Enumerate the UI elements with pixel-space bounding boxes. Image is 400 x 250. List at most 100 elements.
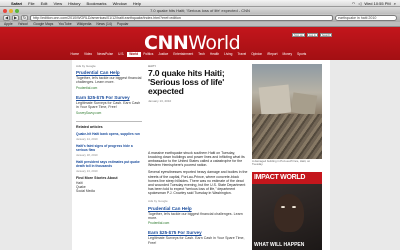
related-article-link[interactable]: Quake-hit Haiti bank opens, supplies run: [76, 132, 142, 136]
nav-entertainment[interactable]: Entertainment: [171, 52, 196, 57]
impact-heading: IMPACT WORLD: [252, 172, 322, 184]
volume-icon[interactable]: ◁: [358, 1, 361, 6]
nav-opinion[interactable]: Opinion: [249, 52, 265, 57]
wifi-icon[interactable]: ◠: [352, 1, 356, 6]
ad-text: Together, let's tackle our biggest finan…: [76, 76, 142, 85]
bookmark-item[interactable]: News (14): [96, 22, 111, 26]
page-right-gutter: [330, 60, 400, 250]
reload-button[interactable]: ↻: [21, 15, 28, 21]
cnn-logo[interactable]: CNNWorld: [144, 32, 241, 54]
bookmark-item[interactable]: Wikipedia: [77, 22, 92, 26]
ad-url-link[interactable]: Prudential.com: [148, 221, 248, 225]
inline-ad-block: Prudential Can Help Together, let's tack…: [148, 206, 248, 226]
nav-us[interactable]: U.S.: [116, 52, 127, 57]
ad-block: Earn $25-$75 For Survey Legitimate Surve…: [76, 95, 142, 115]
ad-text: Legitimate Surveys for Cash. Earn Cash i…: [76, 100, 141, 110]
article-photo[interactable]: [252, 64, 322, 159]
impact-child-figure: [274, 194, 304, 232]
left-column: Ads by Google Prudential Can Help Togeth…: [76, 64, 142, 193]
menu-window[interactable]: Window: [110, 1, 130, 6]
photo-caption: A damaged building in Port-au-Prince, Ha…: [252, 159, 311, 167]
menu-history[interactable]: History: [65, 1, 83, 6]
window-title-bar[interactable]: 7.0 quake hits Haiti; 'Serious loss of l…: [0, 7, 400, 14]
window-title: 7.0 quake hits Haiti; 'Serious loss of l…: [150, 8, 250, 13]
ad-title-link[interactable]: Earn $25-$75 For Survey: [148, 230, 248, 235]
photo-building: [258, 84, 292, 116]
nav-justice[interactable]: Justice: [156, 52, 171, 57]
impact-tagline: WHAT WILL HAPPEN: [254, 241, 305, 248]
inline-ad-block: Earn $25-$75 For Survey Legitimate Surve…: [148, 230, 248, 245]
nav-living[interactable]: Living: [222, 52, 235, 57]
nav-ireport[interactable]: iReport: [265, 52, 280, 57]
nav-sports[interactable]: Sports: [295, 52, 309, 57]
menu-edit[interactable]: Edit: [38, 1, 51, 6]
login-link[interactable]: Log in: [306, 33, 318, 37]
spotlight-icon[interactable]: ⌕: [394, 1, 396, 6]
search-field[interactable]: earthquake in haiti 2010: [335, 15, 397, 21]
ad-block: Prudential Can Help Together, let's tack…: [76, 70, 142, 90]
ad-title-link[interactable]: Prudential Can Help: [76, 70, 142, 75]
bookmark-item[interactable]: YouTube: [58, 22, 71, 26]
photo-rubble: [252, 114, 322, 159]
nav-health[interactable]: Health: [207, 52, 221, 57]
ad-text: Legitimate Surveys for Cash. Earn Cash i…: [148, 236, 245, 245]
ad-title-link[interactable]: Prudential Can Help: [148, 206, 248, 211]
nav-home[interactable]: Home: [68, 52, 82, 57]
ad-text: Together, let's tackle our biggest finan…: [148, 211, 243, 221]
site-header: CNNWorld Sign up Log in Search Home Vide…: [0, 27, 400, 60]
related-article-link[interactable]: Haiti's faint signs of progress hide a s…: [76, 144, 142, 152]
back-button[interactable]: ◀: [3, 15, 10, 21]
web-page: CNNWorld Sign up Log in Search Home Vide…: [0, 27, 400, 250]
related-article-date: January 13, 2010: [76, 168, 98, 173]
article-headline: 7.0 quake hits Haiti; 'Serious loss of l…: [148, 68, 225, 97]
address-bar[interactable]: http://edition.cnn.com/2010/WORLD/americ…: [30, 15, 333, 21]
related-article-link[interactable]: Haiti president says estimates put quake…: [76, 160, 142, 168]
forward-button[interactable]: ▶: [12, 15, 19, 21]
nav-newspulse[interactable]: NewsPulse: [95, 52, 116, 57]
bookmark-item[interactable]: Yahoo!: [18, 22, 29, 26]
related-heading: Related articles: [76, 124, 103, 129]
signup-link[interactable]: Sign up: [292, 33, 305, 37]
impact-eye: [292, 206, 296, 208]
related-article-date: January 14, 2010: [76, 136, 98, 141]
site-nav: Home Video NewsPulse U.S. World Politics…: [68, 52, 309, 57]
nav-world[interactable]: World: [126, 52, 141, 57]
ad-url-link[interactable]: SurveySavvy.com: [76, 111, 142, 115]
logo-sub: World: [188, 32, 241, 54]
ad-title-link[interactable]: Earn $25-$75 For Survey: [76, 95, 142, 100]
browser-toolbar: ◀ ▶ ↻ http://edition.cnn.com/2010/WORLD/…: [0, 14, 400, 22]
site-search-box[interactable]: Search: [319, 33, 333, 37]
menu-bookmarks[interactable]: Bookmarks: [84, 1, 110, 6]
topic-link[interactable]: Social Media: [76, 189, 142, 193]
related-article-date: January 18, 2010: [76, 152, 98, 157]
ad-url-link[interactable]: Prudential.com: [76, 86, 142, 90]
menu-view[interactable]: View: [50, 1, 65, 6]
nav-tech[interactable]: Tech: [196, 52, 208, 57]
menubar-clock[interactable]: Wed 10:55 PM: [364, 1, 390, 6]
impact-eye: [281, 206, 285, 208]
related-articles: Related articles Quake-hit Haiti bank op…: [76, 120, 142, 193]
nav-money[interactable]: Money: [280, 52, 295, 57]
bookmark-item[interactable]: Google Maps: [33, 22, 53, 26]
page-left-gutter: [0, 60, 72, 250]
nav-video[interactable]: Video: [82, 52, 95, 57]
menu-app-name[interactable]: Safari: [8, 1, 25, 6]
article-paragraph: A massive earthquake struck southern Hai…: [148, 150, 245, 168]
nav-travel[interactable]: Travel: [235, 52, 249, 57]
bookmark-item[interactable]: Apple: [4, 22, 13, 26]
ads-label: Ads by Google: [76, 64, 96, 68]
logo-main: CNN: [144, 32, 189, 54]
story-column: HAITI 7.0 quake hits Haiti; 'Serious los…: [148, 64, 248, 250]
menu-help[interactable]: Help: [130, 1, 144, 6]
menu-file[interactable]: File: [25, 1, 37, 6]
more-stories-heading: Find More Stories About: [76, 175, 118, 180]
article-updated: January 13, 2010: [148, 98, 172, 103]
header-account-links: Sign up Log in Search: [292, 33, 333, 37]
article-content: Ads by Google Prudential Can Help Togeth…: [72, 60, 330, 250]
mac-menu-bar: Safari File Edit View History Bookmarks …: [0, 0, 400, 7]
photo-building: [290, 92, 318, 116]
bookmark-item[interactable]: Popular: [117, 22, 129, 26]
nav-politics[interactable]: Politics: [141, 52, 156, 57]
impact-world-promo[interactable]: IMPACT WORLD WHAT WILL HAPPEN: [252, 172, 322, 250]
inline-ads-label: Ads by Google: [148, 198, 168, 203]
